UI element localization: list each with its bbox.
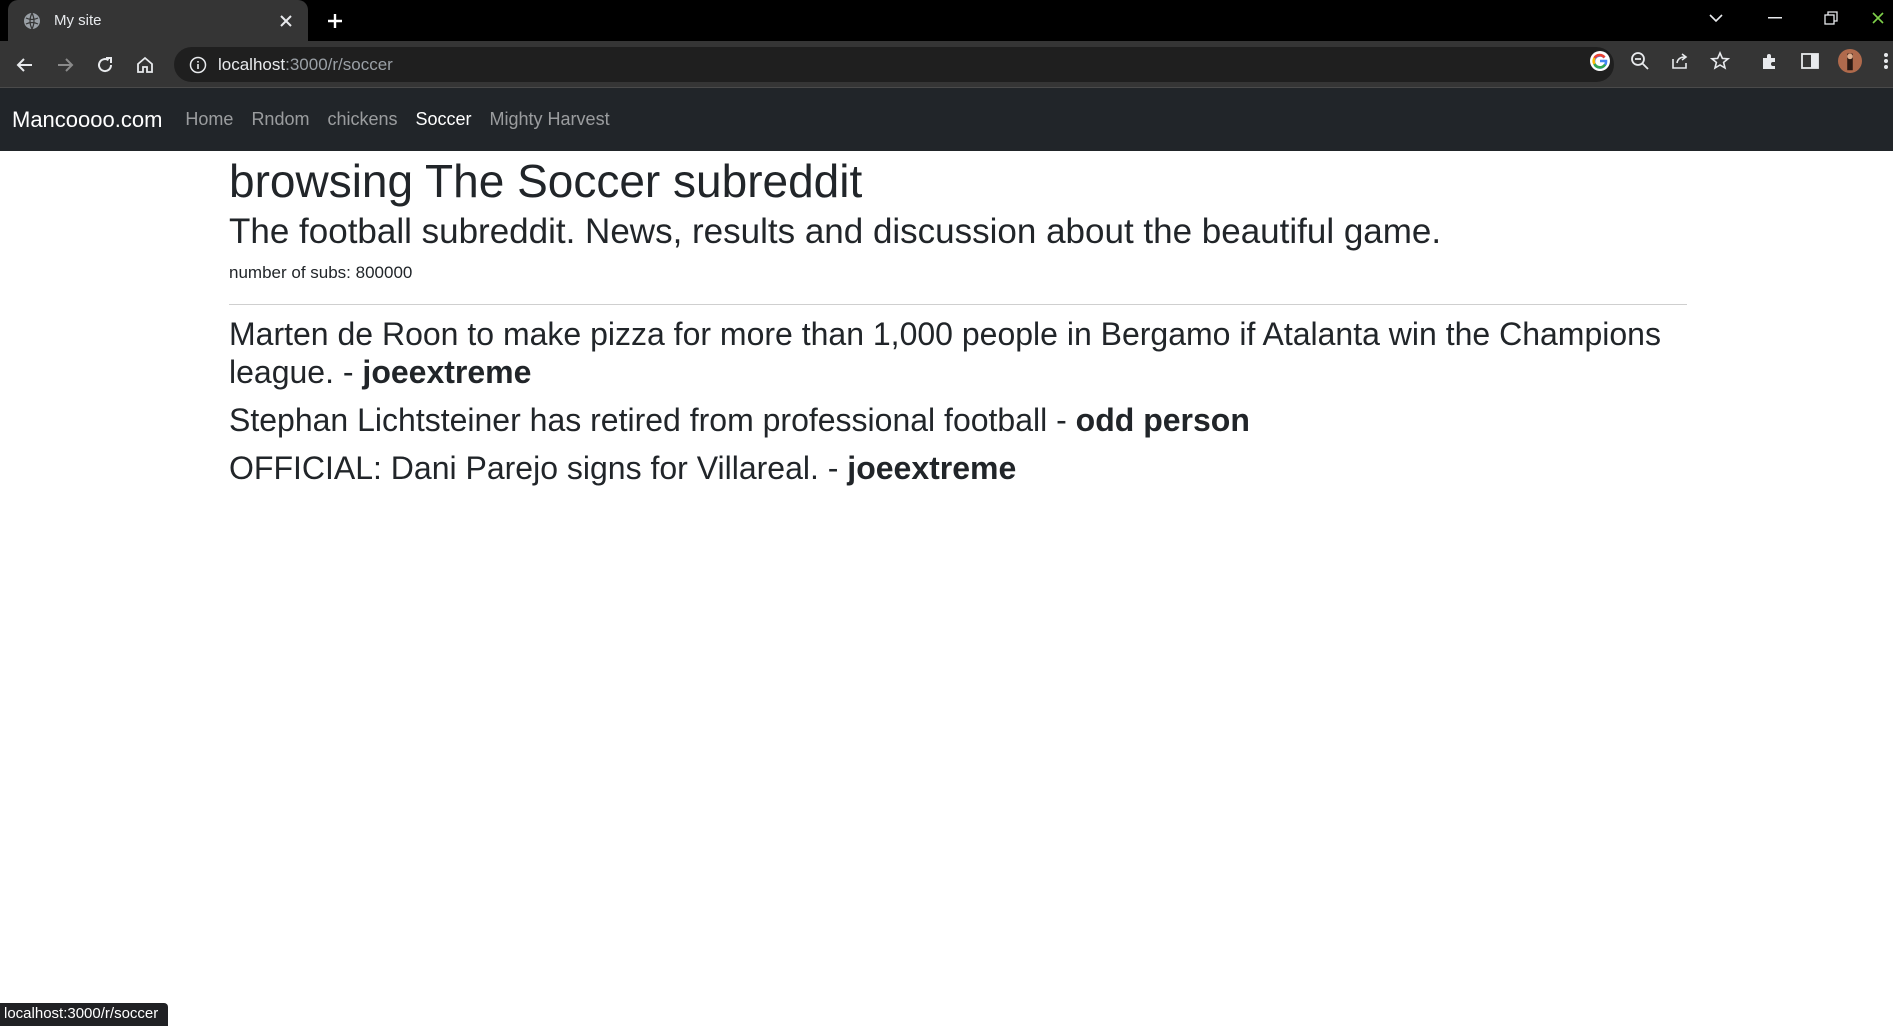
extensions-icon[interactable] — [1758, 49, 1782, 73]
minimize-icon[interactable] — [1747, 0, 1803, 36]
back-icon[interactable] — [10, 50, 40, 80]
menu-kebab-icon[interactable] — [1878, 49, 1893, 73]
post-item[interactable]: Stephan Lichtsteiner has retired from pr… — [229, 401, 1687, 439]
subscriber-count: number of subs: 800000 — [229, 263, 413, 282]
post-separator: - — [333, 354, 363, 390]
new-tab-button[interactable] — [322, 8, 348, 34]
nav-link-mighty-harvest[interactable]: Mighty Harvest — [481, 109, 619, 130]
main-content: browsing The Soccer subreddit The footba… — [229, 151, 1687, 487]
nav-link-home[interactable]: Home — [176, 109, 242, 130]
nav-link-soccer[interactable]: Soccer — [407, 109, 481, 130]
nav-link-chickens[interactable]: chickens — [318, 109, 406, 130]
post-title: OFFICIAL: Dani Parejo signs for Villarea… — [229, 450, 819, 486]
brand-link[interactable]: Mancoooo.com — [12, 107, 162, 133]
nav-link-rndom[interactable]: Rndom — [242, 109, 318, 130]
tab-title: My site — [54, 12, 102, 29]
bookmark-star-icon[interactable] — [1708, 49, 1732, 73]
forward-icon[interactable] — [50, 50, 80, 80]
url-text[interactable]: localhost:3000/r/soccer — [218, 55, 393, 75]
post-item[interactable]: Marten de Roon to make pizza for more th… — [229, 315, 1687, 391]
post-title: Stephan Lichtsteiner has retired from pr… — [229, 402, 1048, 438]
post-item[interactable]: OFFICIAL: Dani Parejo signs for Villarea… — [229, 449, 1687, 487]
subreddit-description: The football subreddit. News, results an… — [229, 212, 1442, 251]
site-info-icon[interactable] — [188, 55, 208, 75]
tab-strip: My site — [0, 0, 1893, 41]
post-separator: - — [1047, 402, 1076, 438]
share-icon[interactable] — [1668, 49, 1692, 73]
post-author: joeextreme — [847, 450, 1017, 486]
google-lens-icon[interactable] — [1588, 49, 1612, 73]
divider — [229, 304, 1687, 305]
site-navbar: Mancoooo.com Home Rndom chickens Soccer … — [0, 88, 1893, 151]
browser-toolbar: localhost:3000/r/soccer — [0, 41, 1893, 88]
link-status-bubble: localhost:3000/r/soccer — [0, 1003, 169, 1026]
restore-icon[interactable] — [1803, 0, 1859, 36]
globe-icon — [22, 11, 42, 31]
page-title: browsing The Soccer subreddit — [229, 155, 863, 207]
url-host: localhost — [218, 54, 286, 74]
post-author: odd person — [1075, 402, 1250, 438]
reload-icon[interactable] — [90, 50, 120, 80]
post-separator: - — [818, 450, 848, 486]
profile-avatar-icon[interactable] — [1838, 49, 1862, 73]
address-bar[interactable]: localhost:3000/r/soccer — [174, 47, 1614, 82]
browser-tab[interactable]: My site — [8, 0, 308, 41]
home-icon[interactable] — [130, 50, 160, 80]
side-panel-icon[interactable] — [1798, 49, 1822, 73]
url-path: :3000/r/soccer — [285, 54, 393, 74]
tab-search-icon[interactable] — [1688, 0, 1744, 36]
close-window-icon[interactable] — [1862, 0, 1893, 36]
close-tab-icon[interactable] — [276, 11, 296, 31]
post-author: joeextreme — [362, 354, 532, 390]
zoom-icon[interactable] — [1628, 49, 1652, 73]
